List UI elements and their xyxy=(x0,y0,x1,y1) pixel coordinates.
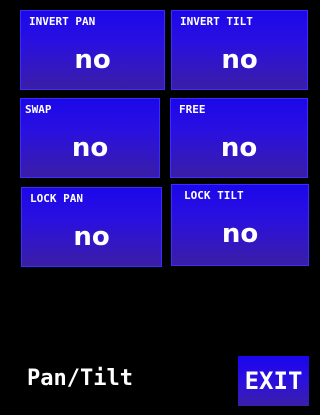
free-tile[interactable]: FREE no xyxy=(170,98,308,178)
invert-pan-label: INVERT PAN xyxy=(29,15,96,28)
page-title: Pan/Tilt xyxy=(27,366,133,391)
lock-pan-label: LOCK PAN xyxy=(30,192,83,205)
lock-pan-value: no xyxy=(73,222,110,252)
free-label: FREE xyxy=(179,103,206,116)
invert-tilt-tile[interactable]: INVERT TILT no xyxy=(171,10,308,90)
swap-label: SWAP xyxy=(25,103,52,116)
exit-button[interactable]: EXIT xyxy=(238,356,309,406)
invert-pan-tile[interactable]: INVERT PAN no xyxy=(20,10,165,90)
lock-pan-tile[interactable]: LOCK PAN no xyxy=(21,187,162,267)
swap-tile[interactable]: SWAP no xyxy=(20,98,160,178)
invert-tilt-value: no xyxy=(221,45,258,75)
invert-pan-value: no xyxy=(74,45,111,75)
lock-tilt-label: LOCK TILT xyxy=(184,189,244,202)
lock-tilt-tile[interactable]: LOCK TILT no xyxy=(171,184,309,266)
swap-value: no xyxy=(71,133,109,163)
invert-tilt-label: INVERT TILT xyxy=(180,15,253,28)
lock-tilt-value: no xyxy=(221,219,259,249)
free-value: no xyxy=(220,133,258,163)
